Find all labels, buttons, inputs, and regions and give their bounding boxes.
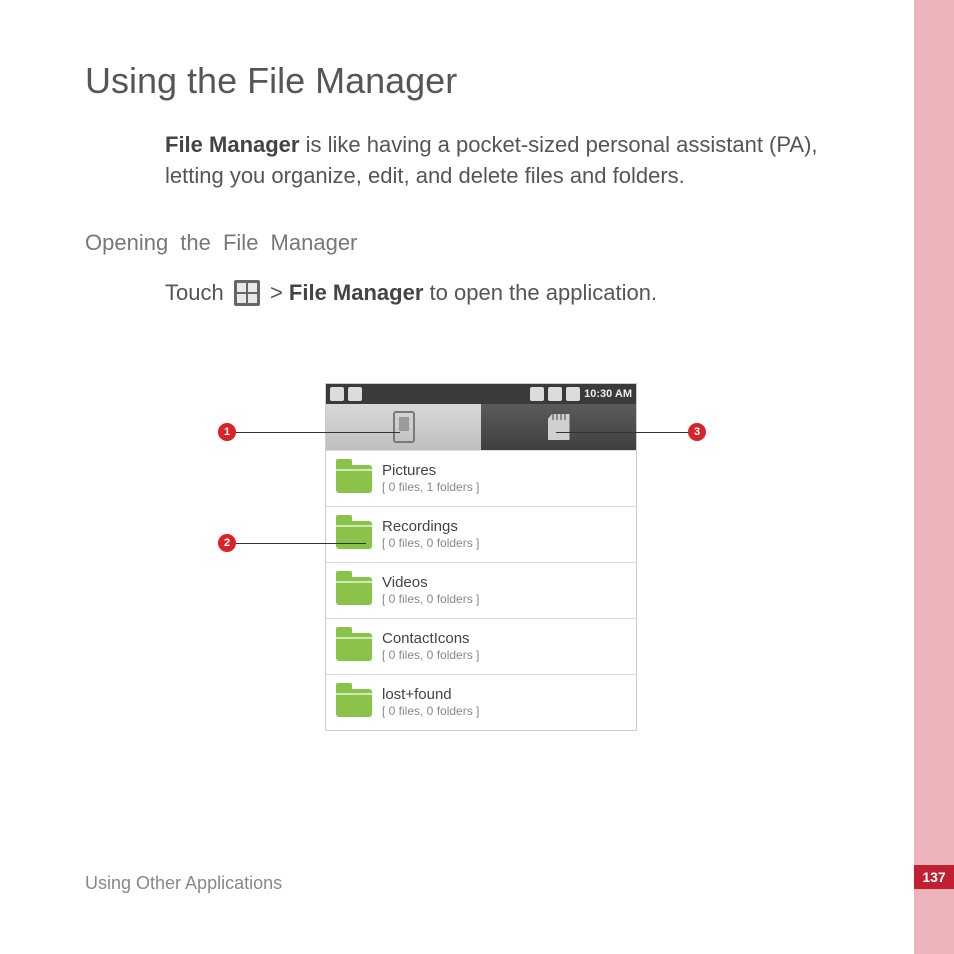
callout-line — [556, 432, 688, 433]
touch-pre: Touch — [165, 280, 230, 305]
signal-icon — [548, 387, 562, 401]
callout-2: 2 — [218, 534, 236, 552]
page-number: 137 — [914, 865, 954, 889]
phone-screenshot: 10:30 AM Pictures[ 0 files, 1 folders ] … — [325, 383, 637, 731]
callout-3: 3 — [688, 423, 706, 441]
folder-name: ContactIcons — [382, 630, 479, 648]
battery-icon — [566, 387, 580, 401]
folder-meta: [ 0 files, 0 folders ] — [382, 648, 479, 662]
folder-meta: [ 0 files, 1 folders ] — [382, 480, 479, 494]
status-bar: 10:30 AM — [326, 384, 636, 404]
folder-name: Pictures — [382, 462, 479, 480]
intro-bold: File Manager — [165, 132, 299, 157]
folder-name: Videos — [382, 574, 479, 592]
footer-text: Using Other Applications — [85, 873, 282, 894]
folder-icon — [336, 521, 372, 549]
network-icon — [530, 387, 544, 401]
storage-tabs — [326, 404, 636, 450]
folder-meta: [ 0 files, 0 folders ] — [382, 536, 479, 550]
folder-name: Recordings — [382, 518, 479, 536]
touch-mid: > — [270, 280, 289, 305]
section-heading: Opening the File Manager — [85, 230, 357, 256]
page-title: Using the File Manager — [85, 60, 457, 102]
folder-meta: [ 0 files, 0 folders ] — [382, 704, 479, 718]
touch-post: to open the application. — [430, 280, 658, 305]
clock: 10:30 AM — [584, 388, 632, 400]
sdcard-icon — [548, 414, 570, 440]
folder-icon — [336, 577, 372, 605]
callout-line — [236, 432, 400, 433]
folder-icon — [336, 633, 372, 661]
folder-icon — [336, 465, 372, 493]
phone-icon — [393, 411, 415, 443]
list-item[interactable]: ContactIcons[ 0 files, 0 folders ] — [326, 618, 636, 674]
tab-phone-storage[interactable] — [326, 404, 481, 450]
folder-meta: [ 0 files, 0 folders ] — [382, 592, 479, 606]
folder-name: lost+found — [382, 686, 479, 704]
list-item[interactable]: lost+found[ 0 files, 0 folders ] — [326, 674, 636, 730]
list-item[interactable]: Pictures[ 0 files, 1 folders ] — [326, 450, 636, 506]
folder-icon — [336, 689, 372, 717]
touch-bold: File Manager — [289, 280, 423, 305]
usb-icon — [330, 387, 344, 401]
side-tab: 137 — [914, 0, 954, 954]
apps-grid-icon — [234, 280, 260, 306]
callout-1: 1 — [218, 423, 236, 441]
warning-icon — [348, 387, 362, 401]
list-item[interactable]: Recordings[ 0 files, 0 folders ] — [326, 506, 636, 562]
list-item[interactable]: Videos[ 0 files, 0 folders ] — [326, 562, 636, 618]
intro-text: File Manager is like having a pocket-siz… — [165, 130, 865, 192]
instruction-line: Touch > File Manager to open the applica… — [165, 280, 657, 306]
callout-line — [236, 543, 366, 544]
tab-sd-storage[interactable] — [481, 404, 636, 450]
